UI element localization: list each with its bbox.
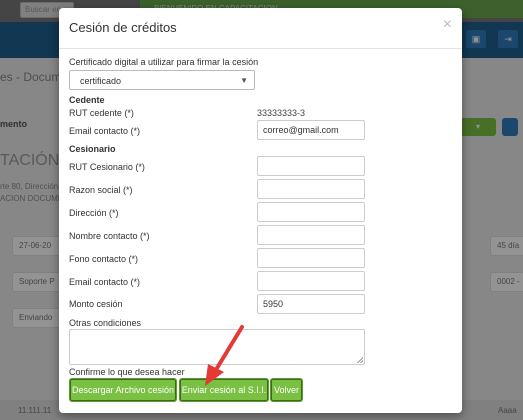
otras-condiciones-textarea[interactable] bbox=[69, 329, 365, 365]
email-cedente-field[interactable]: correo@gmail.com bbox=[257, 120, 365, 140]
cesionario-section-title: Cesionario bbox=[69, 144, 116, 154]
cert-label: Certificado digital a utilizar para firm… bbox=[69, 57, 259, 67]
email-cedente-label: Email contacto (*) bbox=[69, 126, 141, 136]
fono-contacto-field[interactable] bbox=[257, 248, 365, 268]
enviar-cesion-button[interactable]: Enviar cesión al S.I.I. bbox=[179, 378, 269, 402]
rut-cesionario-field[interactable] bbox=[257, 156, 365, 176]
direccion-field[interactable] bbox=[257, 202, 365, 222]
nombre-contacto-field[interactable] bbox=[257, 225, 365, 245]
fono-contacto-label: Fono contacto (*) bbox=[69, 254, 139, 264]
email-cesionario-label: Email contacto (*) bbox=[69, 277, 141, 287]
chevron-down-icon: ▼ bbox=[240, 76, 248, 85]
email-cesionario-field[interactable] bbox=[257, 271, 365, 291]
monto-label: Monto cesión bbox=[69, 299, 123, 309]
razon-social-field[interactable] bbox=[257, 179, 365, 199]
monto-field[interactable]: 5950 bbox=[257, 294, 365, 314]
modal-title: Cesión de créditos bbox=[69, 20, 177, 35]
modal-header: Cesión de créditos × bbox=[59, 8, 462, 49]
direccion-label: Dirección (*) bbox=[69, 208, 119, 218]
cesion-modal: Cesión de créditos × Certificado digital… bbox=[59, 8, 462, 413]
rut-cedente-label: RUT cedente (*) bbox=[69, 108, 134, 118]
descargar-archivo-button[interactable]: Descargar Archivo cesión bbox=[69, 378, 177, 402]
resize-grip-icon[interactable] bbox=[357, 357, 363, 363]
otras-condiciones-label: Otras condiciones bbox=[69, 318, 142, 328]
cedente-section-title: Cedente bbox=[69, 95, 105, 105]
razon-social-label: Razon social (*) bbox=[69, 185, 133, 195]
cert-select[interactable]: certificado ▼ bbox=[69, 70, 255, 90]
rut-cedente-value: 33333333-3 bbox=[257, 108, 306, 118]
cert-selected-value: certificado bbox=[80, 76, 122, 86]
nombre-contacto-label: Nombre contacto (*) bbox=[69, 231, 150, 241]
confirm-text: Confirme lo que desea hacer bbox=[69, 367, 185, 377]
close-icon[interactable]: × bbox=[443, 17, 452, 33]
rut-cesionario-label: RUT Cesionario (*) bbox=[69, 162, 145, 172]
volver-button[interactable]: Volver bbox=[270, 378, 303, 402]
